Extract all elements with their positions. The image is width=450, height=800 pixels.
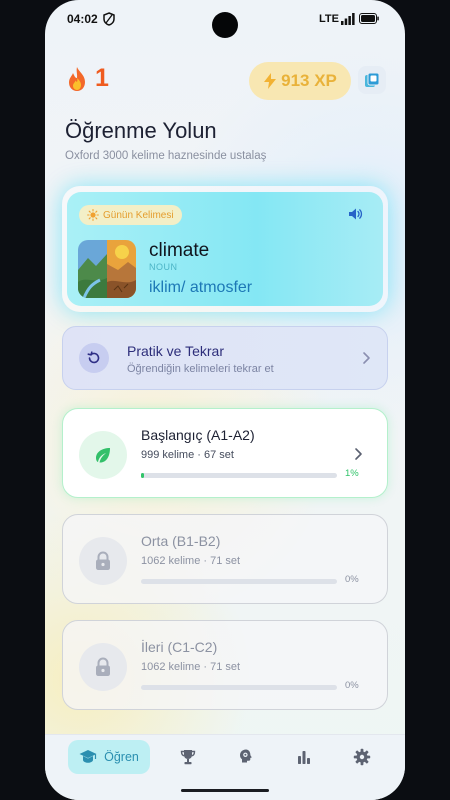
level-icon-circle	[79, 431, 127, 479]
page-title: Öğrenme Yolun	[65, 118, 217, 143]
status-bar: 04:02 LTE	[45, 0, 405, 40]
level-icon-circle	[79, 537, 127, 585]
lightning-icon	[264, 73, 277, 89]
level-progress-fill	[141, 473, 145, 478]
app-screen: 04:02 LTE 1 913 XP Öğrenme Yolun Oxford …	[45, 0, 405, 800]
fire-icon	[69, 66, 85, 91]
phone-frame: 04:02 LTE 1 913 XP Öğrenme Yolun Oxford …	[45, 0, 405, 800]
level-title: İleri (C1-C2)	[141, 639, 218, 655]
speaker-icon[interactable]	[347, 206, 363, 222]
word-text: climate	[149, 240, 210, 261]
word-illustration	[78, 240, 136, 298]
level-meta: 999 kelime · 67 set	[141, 449, 234, 461]
streak-counter[interactable]: 1	[65, 64, 109, 93]
chevron-right-icon	[355, 448, 362, 460]
level-progress-label: 1%	[345, 468, 359, 479]
practice-subtitle: Öğrendiğin kelimeleri tekrar et	[127, 363, 274, 375]
camera-cutout	[212, 12, 238, 38]
status-time: 04:02	[67, 12, 98, 26]
flashcards-button[interactable]	[358, 66, 386, 94]
bar-chart-icon[interactable]	[295, 748, 313, 766]
level-progress-track	[141, 685, 337, 690]
streak-count: 1	[95, 64, 109, 92]
nav-tab-learn-label: Öğren	[104, 750, 139, 764]
graduation-cap-icon	[79, 750, 97, 763]
level-progress-track	[141, 473, 337, 478]
battery-icon	[359, 13, 379, 24]
word-meaning: iklim/ atmosfer	[149, 279, 253, 296]
sun-icon	[87, 209, 99, 221]
brain-icon[interactable]	[237, 748, 255, 766]
xp-amount: 913 XP	[281, 71, 337, 90]
level-progress-label: 0%	[345, 574, 359, 585]
lock-icon	[96, 657, 110, 676]
level-card-beginner[interactable]: Başlangıç (A1-A2) 999 kelime · 67 set 1%	[62, 408, 388, 498]
leaf-icon	[96, 448, 110, 463]
lock-icon	[96, 551, 110, 570]
practice-title: Pratik ve Tekrar	[127, 343, 224, 359]
chevron-right-icon	[363, 352, 370, 364]
home-indicator[interactable]	[181, 789, 269, 792]
level-progress-label: 0%	[345, 680, 359, 691]
refresh-icon	[87, 351, 100, 364]
level-meta: 1062 kelime · 71 set	[141, 661, 241, 673]
level-card-intermediate[interactable]: Orta (B1-B2) 1062 kelime · 71 set 0%	[62, 514, 388, 604]
nav-tab-learn[interactable]: Öğren	[68, 740, 150, 774]
signal-icon	[341, 13, 355, 25]
word-part-of-speech: NOUN	[149, 262, 178, 272]
level-progress-track	[141, 579, 337, 584]
shield-icon	[103, 12, 115, 26]
practice-review-card[interactable]	[62, 326, 388, 390]
network-label: LTE	[319, 13, 339, 25]
practice-icon-circle	[79, 343, 109, 373]
page-subtitle: Oxford 3000 kelime haznesinde ustalaş	[65, 150, 267, 162]
level-card-advanced[interactable]: İleri (C1-C2) 1062 kelime · 71 set 0%	[62, 620, 388, 710]
word-of-day-label: Günün Kelimesi	[103, 209, 174, 221]
gear-icon[interactable]	[353, 748, 371, 766]
xp-badge[interactable]: 913 XP	[249, 62, 351, 100]
level-title: Orta (B1-B2)	[141, 533, 221, 549]
trophy-icon[interactable]	[179, 748, 197, 766]
level-meta: 1062 kelime · 71 set	[141, 555, 241, 567]
level-title: Başlangıç (A1-A2)	[141, 427, 255, 443]
cards-icon	[365, 72, 380, 87]
level-icon-circle	[79, 643, 127, 691]
word-of-day-badge: Günün Kelimesi	[79, 205, 182, 225]
